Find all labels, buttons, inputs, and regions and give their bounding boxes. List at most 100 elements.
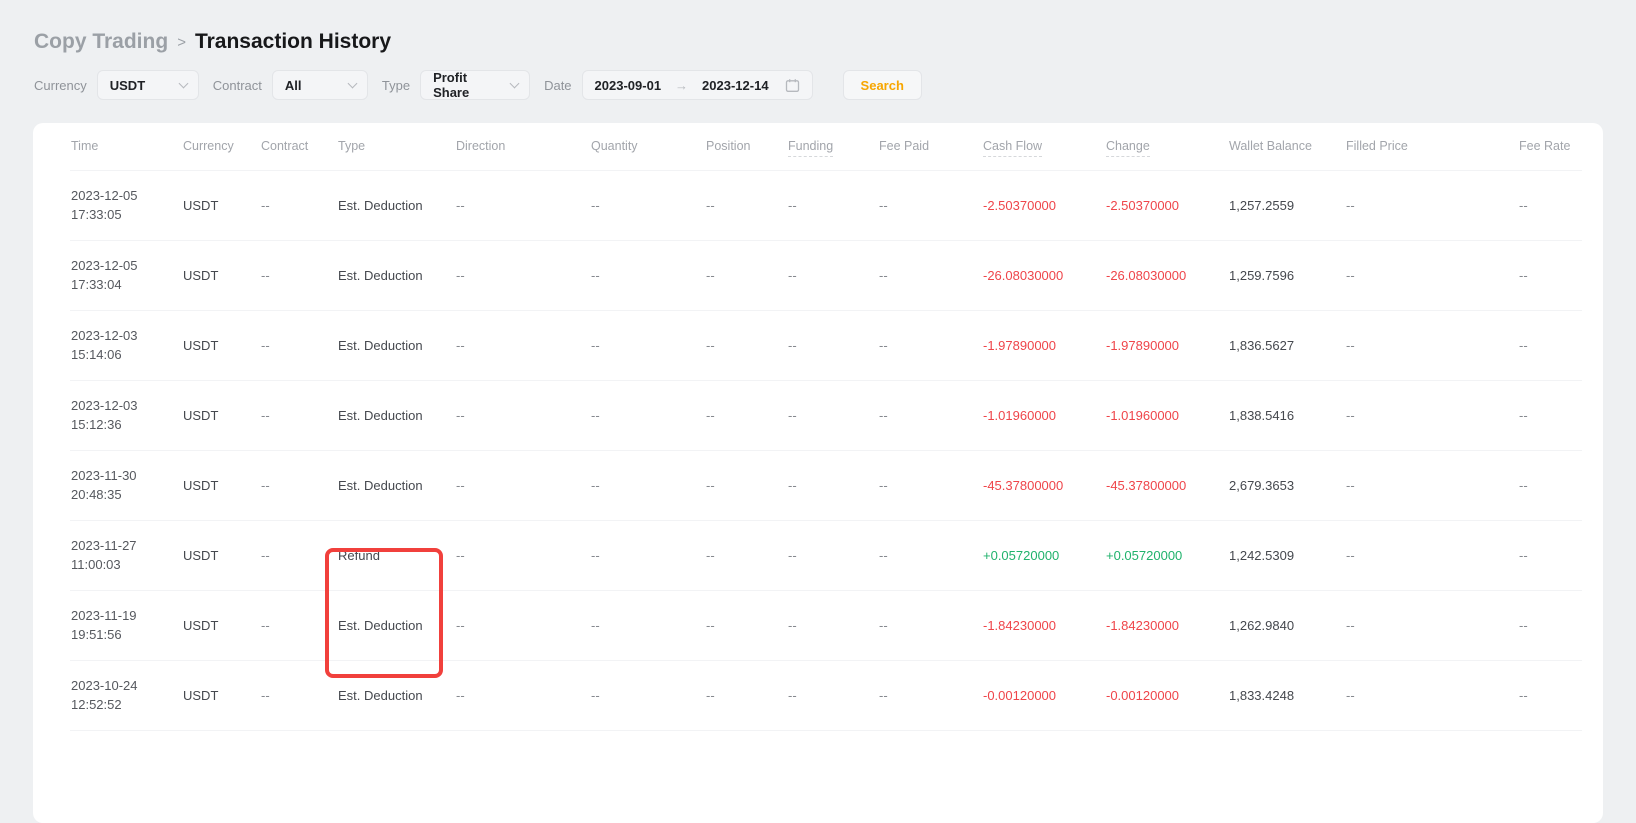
date-start-value: 2023-09-01 (595, 78, 662, 93)
cell-direction: -- (455, 380, 590, 450)
cell-funding: -- (787, 450, 878, 520)
currency-select-value: USDT (110, 78, 145, 93)
cell-cash-flow: -45.37800000 (982, 450, 1105, 520)
column-header-filled-price: Filled Price (1345, 123, 1518, 170)
cell-time: 2023-12-03 15:14:06 (70, 310, 182, 380)
contract-select[interactable]: All (272, 70, 368, 100)
cell-currency: USDT (182, 660, 260, 730)
table-row[interactable]: 2023-11-30 20:48:35 USDT -- Est. Deducti… (70, 450, 1582, 520)
cell-type: Est. Deduction (337, 450, 455, 520)
cell-currency: USDT (182, 310, 260, 380)
cell-quantity: -- (590, 450, 705, 520)
cell-fee-paid: -- (878, 170, 982, 240)
breadcrumb: Copy Trading > Transaction History (0, 0, 1636, 54)
table-header-row: TimeCurrencyContractTypeDirectionQuantit… (70, 123, 1582, 170)
type-select-value: Profit Share (433, 70, 503, 100)
table-row[interactable]: 2023-12-03 15:12:36 USDT -- Est. Deducti… (70, 380, 1582, 450)
cell-time-date: 2023-12-03 (71, 396, 181, 415)
cell-fee-paid: -- (878, 590, 982, 660)
cell-funding: -- (787, 240, 878, 310)
table-row[interactable]: 2023-12-05 17:33:04 USDT -- Est. Deducti… (70, 240, 1582, 310)
cell-time-clock: 15:12:36 (71, 415, 181, 434)
column-header-fee-rate: Fee Rate (1518, 123, 1582, 170)
column-header-wallet-balance: Wallet Balance (1228, 123, 1345, 170)
cell-time-date: 2023-11-30 (71, 466, 181, 485)
table-body: 2023-12-05 17:33:05 USDT -- Est. Deducti… (70, 170, 1582, 730)
date-range-picker[interactable]: 2023-09-01 → 2023-12-14 (582, 70, 813, 100)
table-header: TimeCurrencyContractTypeDirectionQuantit… (70, 123, 1582, 170)
cell-wallet-balance: 1,262.9840 (1228, 590, 1345, 660)
calendar-icon (785, 78, 800, 93)
cell-time: 2023-12-05 17:33:05 (70, 170, 182, 240)
table-row[interactable]: 2023-11-19 19:51:56 USDT -- Est. Deducti… (70, 590, 1582, 660)
arrow-right-icon: → (675, 78, 688, 93)
breadcrumb-copy-trading[interactable]: Copy Trading (34, 30, 168, 54)
cell-change: -0.00120000 (1105, 660, 1228, 730)
cell-direction: -- (455, 590, 590, 660)
cell-time: 2023-12-03 15:12:36 (70, 380, 182, 450)
cell-filled-price: -- (1345, 380, 1518, 450)
cell-type: Est. Deduction (337, 240, 455, 310)
column-header-change: Change (1105, 123, 1228, 170)
cell-position: -- (705, 450, 787, 520)
column-header-time: Time (70, 123, 182, 170)
cell-fee-rate: -- (1518, 450, 1582, 520)
filter-bar: Currency USDT Contract All Type Profit S… (34, 70, 1636, 100)
cell-contract: -- (260, 520, 337, 590)
table-row[interactable]: 2023-10-24 12:52:52 USDT -- Est. Deducti… (70, 660, 1582, 730)
page-title: Transaction History (195, 30, 391, 54)
cell-time: 2023-11-27 11:00:03 (70, 520, 182, 590)
cell-change: +0.05720000 (1105, 520, 1228, 590)
cell-direction: -- (455, 170, 590, 240)
cell-funding: -- (787, 520, 878, 590)
cell-cash-flow: -1.84230000 (982, 590, 1105, 660)
breadcrumb-separator-icon: > (177, 34, 186, 51)
cell-direction: -- (455, 240, 590, 310)
cell-contract: -- (260, 450, 337, 520)
cell-funding: -- (787, 590, 878, 660)
column-header-type: Type (337, 123, 455, 170)
cell-position: -- (705, 310, 787, 380)
cell-funding: -- (787, 310, 878, 380)
column-header-currency: Currency (182, 123, 260, 170)
cell-time-date: 2023-10-24 (71, 676, 181, 695)
cell-fee-paid: -- (878, 380, 982, 450)
cell-time-date: 2023-11-19 (71, 606, 181, 625)
cell-position: -- (705, 520, 787, 590)
table-row[interactable]: 2023-11-27 11:00:03 USDT -- Refund -- --… (70, 520, 1582, 590)
cell-currency: USDT (182, 240, 260, 310)
cell-cash-flow: +0.05720000 (982, 520, 1105, 590)
cell-time: 2023-10-24 12:52:52 (70, 660, 182, 730)
cell-position: -- (705, 170, 787, 240)
cell-change: -26.08030000 (1105, 240, 1228, 310)
column-header-funding: Funding (787, 123, 878, 170)
cell-quantity: -- (590, 660, 705, 730)
table-row[interactable]: 2023-12-03 15:14:06 USDT -- Est. Deducti… (70, 310, 1582, 380)
cell-fee-rate: -- (1518, 520, 1582, 590)
cell-cash-flow: -1.01960000 (982, 380, 1105, 450)
type-select[interactable]: Profit Share (420, 70, 530, 100)
contract-filter: Contract All (213, 70, 368, 100)
cell-type: Est. Deduction (337, 660, 455, 730)
currency-select[interactable]: USDT (97, 70, 199, 100)
column-header-cash-flow: Cash Flow (982, 123, 1105, 170)
type-filter: Type Profit Share (382, 70, 530, 100)
cell-wallet-balance: 2,679.3653 (1228, 450, 1345, 520)
cell-wallet-balance: 1,259.7596 (1228, 240, 1345, 310)
column-header-direction: Direction (455, 123, 590, 170)
cell-wallet-balance: 1,836.5627 (1228, 310, 1345, 380)
table-row[interactable]: 2023-12-05 17:33:05 USDT -- Est. Deducti… (70, 170, 1582, 240)
cell-filled-price: -- (1345, 170, 1518, 240)
cell-funding: -- (787, 380, 878, 450)
cell-quantity: -- (590, 170, 705, 240)
search-button[interactable]: Search (843, 70, 922, 100)
cell-fee-paid: -- (878, 240, 982, 310)
cell-quantity: -- (590, 590, 705, 660)
cell-quantity: -- (590, 240, 705, 310)
cell-type: Est. Deduction (337, 590, 455, 660)
transaction-table: TimeCurrencyContractTypeDirectionQuantit… (70, 123, 1582, 731)
cell-contract: -- (260, 240, 337, 310)
cell-currency: USDT (182, 520, 260, 590)
cell-quantity: -- (590, 380, 705, 450)
cell-time-clock: 19:51:56 (71, 625, 181, 644)
